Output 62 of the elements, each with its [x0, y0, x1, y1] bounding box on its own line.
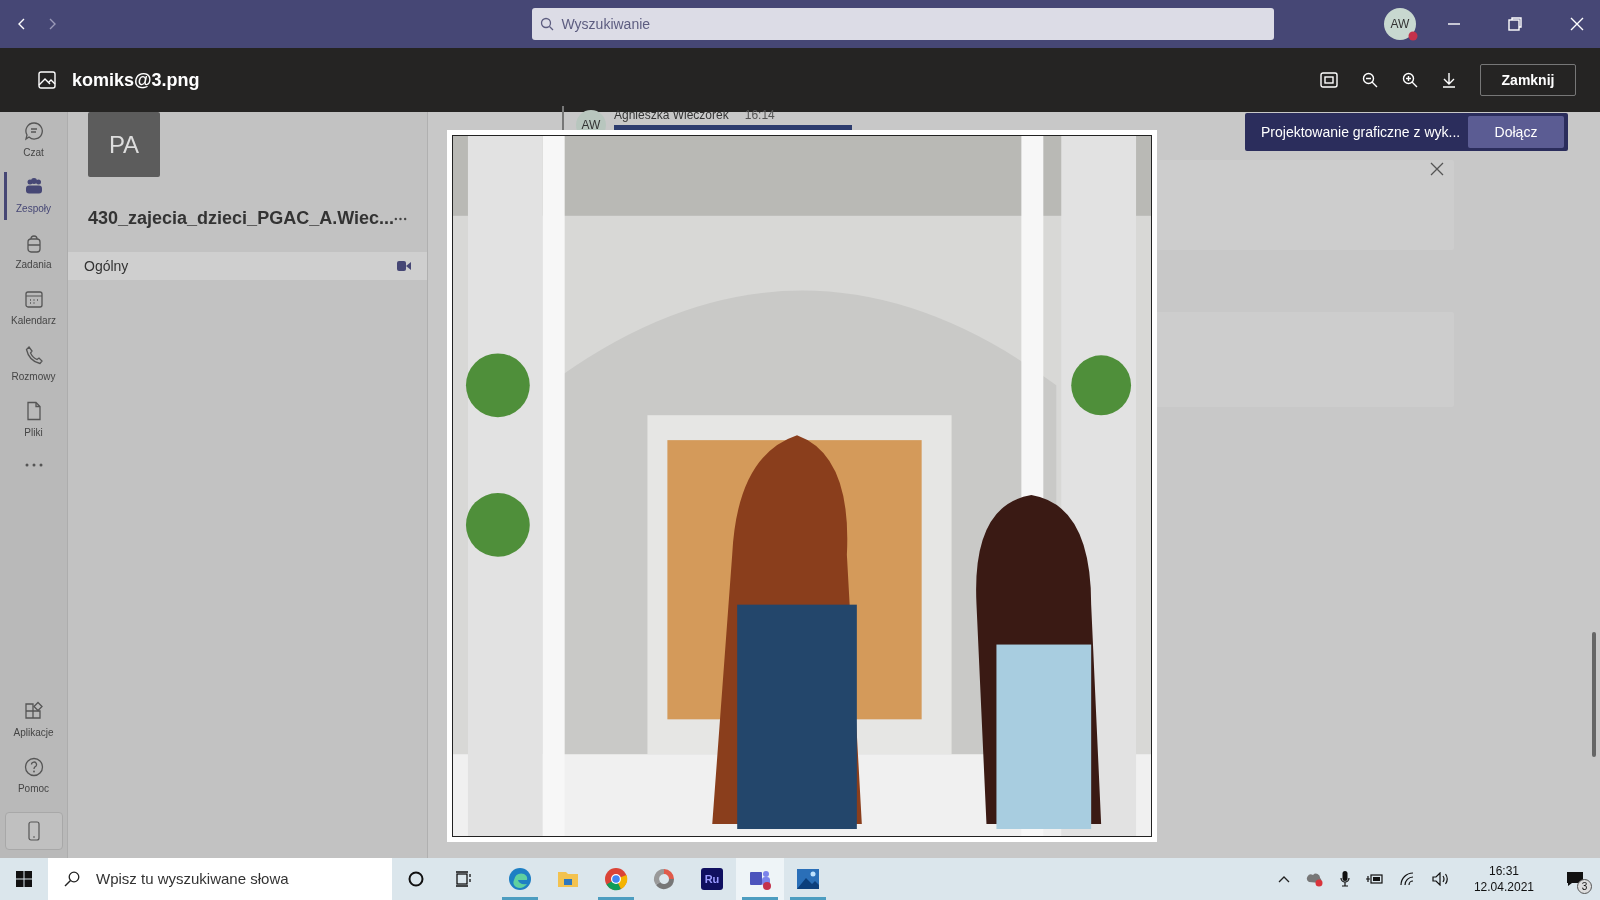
- search-icon: [539, 17, 554, 31]
- rail-button[interactable]: Zespoły: [0, 168, 68, 224]
- help-icon: [23, 756, 44, 777]
- browser-icon: [604, 867, 628, 891]
- speaker-icon[interactable]: [1431, 872, 1450, 886]
- search-field[interactable]: Wpisz tu wyszukiwane słowa: [48, 858, 392, 900]
- search-placeholder: Wpisz tu wyszukiwane słowa: [96, 868, 289, 889]
- taskbar-button[interactable]: [736, 858, 784, 900]
- rail-button[interactable]: Kalendarz: [0, 280, 68, 336]
- wifi-icon[interactable]: [1399, 872, 1416, 886]
- phone-device-icon: [27, 821, 40, 841]
- team-avatar: PA: [88, 112, 160, 177]
- rail-button[interactable]: Rozmowy: [0, 336, 68, 392]
- zoom-in-icon[interactable]: [1402, 72, 1418, 88]
- rail-button[interactable]: Pliki: [0, 392, 68, 448]
- more-icon[interactable]: [23, 462, 44, 468]
- edge-icon: [508, 867, 532, 891]
- taskbar-button[interactable]: Ru: [688, 858, 736, 900]
- video-camera-icon: [397, 261, 411, 271]
- apps-icon: [23, 700, 44, 721]
- chat-icon: [23, 120, 44, 141]
- notification-count: 3: [1577, 879, 1592, 894]
- landscape-icon: [796, 867, 820, 891]
- download-icon[interactable]: [1442, 72, 1456, 88]
- phone-icon: [23, 344, 44, 365]
- app-tile-icon: [700, 867, 724, 891]
- restore-icon[interactable]: [1508, 17, 1522, 31]
- battery-icon[interactable]: [1365, 873, 1384, 885]
- scrollbar[interactable]: [1592, 632, 1596, 757]
- search-field[interactable]: Wyszukiwanie: [531, 8, 1274, 40]
- microphone-icon[interactable]: [1339, 871, 1350, 887]
- team-name[interactable]: 430_zajecia_dzieci_PGAC_A.Wiec...: [88, 205, 394, 232]
- circle-icon[interactable]: [408, 871, 424, 887]
- meeting-title: Projektowanie graficzne z wyk...: [1261, 122, 1461, 142]
- notification-icon[interactable]: [1566, 871, 1584, 887]
- rail-button[interactable]: Pomoc: [0, 748, 68, 804]
- more-icon[interactable]: [394, 216, 407, 221]
- search-icon: [64, 871, 80, 887]
- ring-icon: [652, 867, 676, 891]
- fit-to-screen-icon[interactable]: [1320, 72, 1338, 88]
- file-name: komiks@3.png: [72, 68, 200, 92]
- close-button[interactable]: Zamknij: [1480, 64, 1576, 96]
- image-icon: [38, 71, 56, 89]
- channel-item[interactable]: Ogólny: [68, 252, 427, 280]
- zoom-out-icon[interactable]: [1362, 72, 1378, 88]
- search-placeholder: Wyszukiwanie: [561, 14, 651, 34]
- calendar-icon: [23, 288, 44, 309]
- task-view-icon[interactable]: [455, 871, 473, 887]
- windows-icon[interactable]: [16, 871, 32, 887]
- cloud-error-icon[interactable]: [1305, 871, 1324, 887]
- rail-button[interactable]: Zadania: [0, 224, 68, 280]
- user-avatar[interactable]: AW: [1384, 8, 1416, 40]
- message-time: 16:14: [744, 107, 775, 124]
- join-button[interactable]: Dołącz: [1468, 116, 1564, 148]
- status-dot-icon: [1408, 31, 1418, 41]
- people-icon: [23, 176, 44, 197]
- close-icon[interactable]: [1430, 162, 1444, 176]
- author-name: Agnieszka Wieczorek: [614, 107, 729, 124]
- rail-button[interactable]: Czat: [0, 112, 68, 168]
- chevron-up-icon[interactable]: [1277, 875, 1290, 883]
- rail-button[interactable]: Aplikacje: [0, 692, 68, 748]
- clock[interactable]: 16:31 12.04.2021: [1473, 862, 1534, 896]
